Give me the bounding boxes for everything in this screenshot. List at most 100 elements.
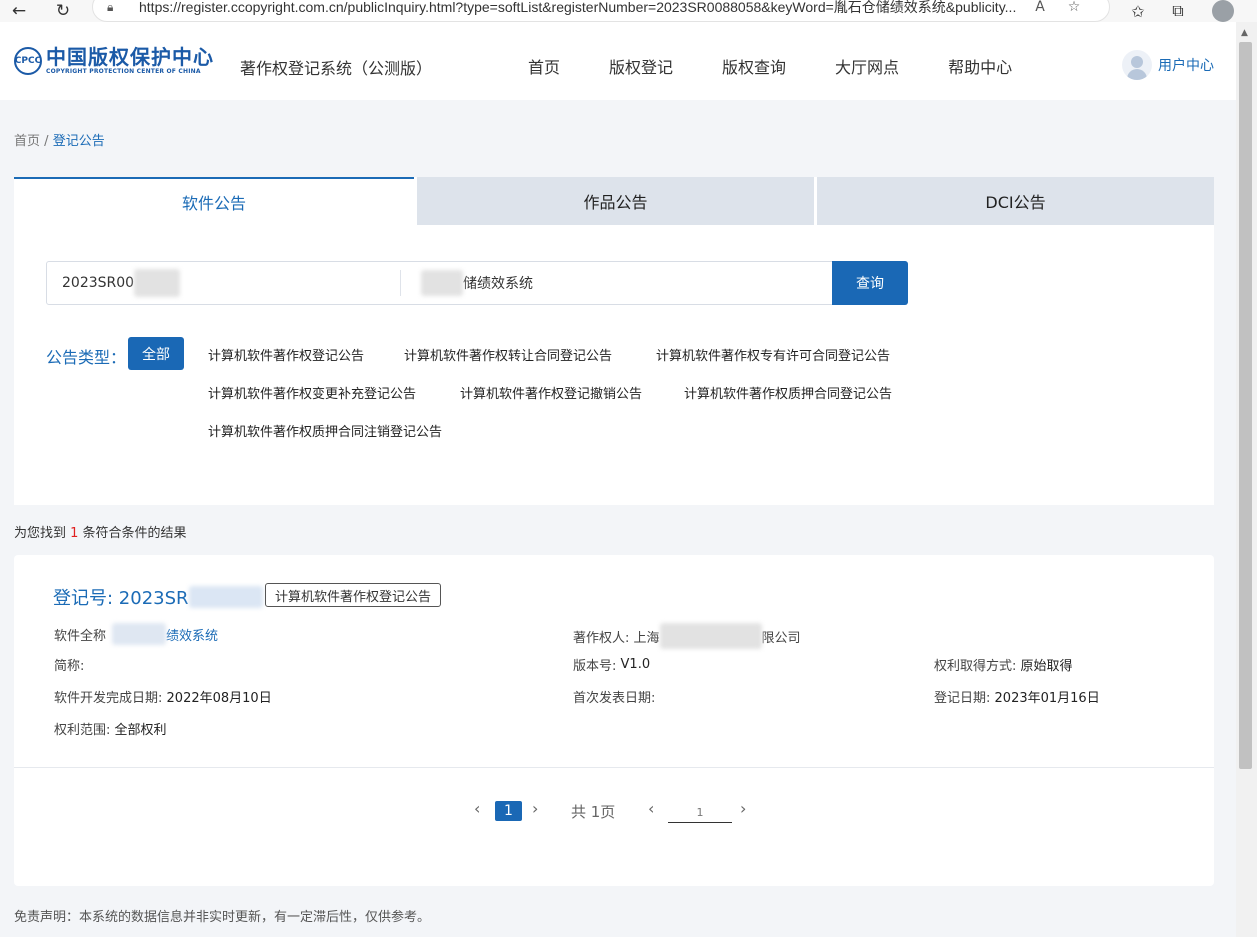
address-bar[interactable]: 🔒︎ https://register.ccopyright.com.cn/pu… [92, 0, 1110, 22]
user-center-link[interactable]: 用户中心 [1122, 50, 1214, 80]
breadcrumb-current: 登记公告 [52, 134, 105, 149]
scroll-thumb[interactable] [1239, 42, 1252, 769]
type-option-pledge[interactable]: 计算机软件著作权质押合同登记公告 [684, 383, 892, 402]
redacted-text [421, 270, 463, 296]
user-avatar-icon [1122, 50, 1152, 80]
software-name-value[interactable]: 绩效系统 [166, 625, 218, 644]
url-text[interactable]: https://register.ccopyright.com.cn/publi… [139, 0, 1019, 17]
collections-icon[interactable]: ⧉ [1158, 1, 1198, 21]
software-name-field: 软件全称 绩效系统 [54, 623, 218, 645]
breadcrumb: 首页 / 登记公告 [14, 130, 105, 149]
type-option-pledge-cancel[interactable]: 计算机软件著作权质押合同注销登记公告 [208, 421, 442, 440]
reg-date-value: 2023年01月16日 [994, 691, 1100, 706]
register-number-value: 2023SR00 [62, 275, 135, 291]
type-option-transfer[interactable]: 计算机软件著作权转让合同登记公告 [404, 345, 612, 364]
total-pages: 共 1页 [571, 803, 616, 821]
nav-copyright-registration[interactable]: 版权登记 [609, 54, 673, 78]
jump-next-icon[interactable]: › [740, 799, 746, 818]
logo-subtitle: COPYRIGHT PROTECTION CENTER OF CHINA [46, 68, 201, 75]
software-name-label: 软件全称 [54, 628, 107, 644]
type-all-button[interactable]: 全部 [128, 337, 184, 370]
page-jump-input[interactable]: 1 [668, 803, 732, 823]
acquire-method-field: 权利取得方式: 原始取得 [934, 655, 1073, 674]
disclaimer: 免责声明：本系统的数据信息并非实时更新，有一定滞后性，仅供参考。 [14, 910, 431, 925]
type-option-registration[interactable]: 计算机软件著作权登记公告 [208, 345, 364, 364]
divider [14, 767, 1214, 768]
owner-field: 著作权人: 上海 限公司 [573, 623, 801, 649]
registration-number-text: 登记号: 2023SR [53, 588, 189, 609]
publish-date-label: 首次发表日期: [573, 691, 656, 706]
version-field: 版本号: V1.0 [573, 655, 650, 674]
user-center-label: 用户中心 [1158, 58, 1214, 74]
logo-title: 中国版权保护中心 [46, 45, 214, 69]
register-number-input[interactable]: 2023SR00 [47, 269, 401, 297]
dev-date-value: 2022年08月10日 [166, 691, 272, 706]
search-panel: 软件公告 作品公告 DCI公告 2023SR00 储绩效系统 查询 公告类型： … [14, 177, 1214, 505]
scroll-up-icon[interactable]: ▲ [1241, 28, 1248, 38]
acquire-method-value: 原始取得 [1020, 659, 1073, 674]
prev-page-icon[interactable]: ‹ [474, 799, 480, 818]
breadcrumb-separator: / [44, 134, 49, 149]
page-scrollbar[interactable]: ▲ [1236, 22, 1257, 937]
nav-home[interactable]: 首页 [528, 54, 560, 78]
jump-prev-icon[interactable]: ‹ [648, 799, 654, 818]
announcement-tabs: 软件公告 作品公告 DCI公告 [14, 177, 1214, 225]
redacted-text [659, 623, 762, 649]
logo-mark-icon: CPCC [14, 47, 42, 75]
type-option-change[interactable]: 计算机软件著作权变更补充登记公告 [208, 383, 416, 402]
short-name-field: 简称: [54, 655, 84, 674]
pagination: ‹ 1 › 共 1页 ‹ 1 › [14, 799, 1214, 823]
reg-date-field: 登记日期: 2023年01月16日 [934, 687, 1100, 706]
dev-date-field: 软件开发完成日期: 2022年08月10日 [54, 687, 272, 706]
owner-label: 著作权人: 上海 [573, 630, 660, 646]
system-title: 著作权登记系统（公测版） [240, 59, 433, 78]
registration-number-link[interactable]: 登记号: 2023SR [53, 584, 263, 610]
result-count-prefix: 为您找到 [14, 526, 71, 541]
keyword-value: 储绩效系统 [463, 276, 533, 292]
reg-date-label: 登记日期: [934, 691, 991, 706]
acquire-method-label: 权利取得方式: [934, 659, 1017, 674]
favorite-icon[interactable]: ☆ [1061, 0, 1087, 15]
breadcrumb-home[interactable]: 首页 [14, 134, 40, 149]
announcement-type-tag: 计算机软件著作权登记公告 [265, 583, 442, 607]
version-label: 版本号: [573, 659, 617, 674]
version-value: V1.0 [620, 657, 651, 672]
type-option-exclusive-license[interactable]: 计算机软件著作权专有许可合同登记公告 [656, 345, 890, 364]
nav-copyright-query[interactable]: 版权查询 [722, 54, 786, 78]
tab-works[interactable]: 作品公告 [414, 177, 814, 225]
owner-suffix: 限公司 [761, 630, 801, 646]
publish-date-field: 首次发表日期: [573, 687, 655, 706]
cpcc-logo[interactable]: CPCC 中国版权保护中心 COPYRIGHT PROTECTION CENTE… [14, 46, 214, 76]
nav-help-center[interactable]: 帮助中心 [948, 54, 1012, 78]
current-page-button[interactable]: 1 [495, 801, 522, 821]
redacted-text [134, 269, 181, 297]
redacted-text [188, 586, 263, 608]
result-count: 为您找到 1 条符合条件的结果 [14, 522, 187, 541]
rights-scope-label: 权利范围: [54, 723, 111, 738]
browser-toolbar: ← ↻ 🔒︎ https://register.ccopyright.com.c… [0, 0, 1257, 22]
rights-scope-field: 权利范围: 全部权利 [54, 719, 167, 738]
read-aloud-icon[interactable]: A [1027, 0, 1053, 15]
next-page-icon[interactable]: › [532, 799, 538, 818]
nav-service-halls[interactable]: 大厅网点 [835, 54, 899, 78]
announcement-type-label: 公告类型： [46, 348, 127, 367]
profile-icon[interactable] [1212, 0, 1234, 22]
dev-date-label: 软件开发完成日期: [54, 691, 163, 706]
lock-icon[interactable]: 🔒︎ [107, 0, 127, 15]
query-button[interactable]: 查询 [832, 261, 908, 305]
refresh-icon[interactable]: ↻ [48, 0, 78, 22]
main-nav: 首页 版权登记 版权查询 大厅网点 帮助中心 [528, 54, 1061, 78]
keyword-input[interactable]: 储绩效系统 [401, 262, 831, 304]
favorites-bar-icon[interactable]: ✩ [1118, 2, 1158, 21]
result-card: 登记号: 2023SR 计算机软件著作权登记公告 软件全称 绩效系统 著作权人:… [14, 555, 1214, 886]
rights-scope-value: 全部权利 [114, 723, 167, 738]
tab-dci[interactable]: DCI公告 [814, 177, 1214, 225]
short-name-label: 简称: [54, 659, 85, 674]
site-header: CPCC 中国版权保护中心 COPYRIGHT PROTECTION CENTE… [0, 22, 1236, 100]
redacted-text [112, 623, 167, 645]
search-bar: 2023SR00 储绩效系统 查询 [46, 261, 908, 305]
type-option-revocation[interactable]: 计算机软件著作权登记撤销公告 [460, 383, 642, 402]
result-count-suffix: 条符合条件的结果 [78, 526, 187, 541]
back-arrow-icon[interactable]: ← [4, 0, 34, 22]
tab-software[interactable]: 软件公告 [14, 177, 414, 225]
